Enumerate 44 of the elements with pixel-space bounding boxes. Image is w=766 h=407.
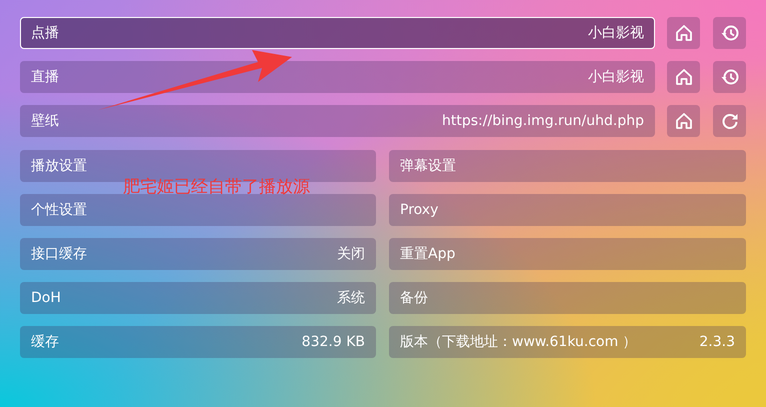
- home-button[interactable]: [667, 105, 700, 137]
- setting-item[interactable]: DoH 系统: [20, 282, 376, 314]
- setting-value: 2.3.3: [699, 332, 735, 352]
- home-icon: [674, 67, 694, 87]
- setting-item[interactable]: 个性设置: [20, 194, 376, 226]
- setting-item[interactable]: 重置App: [389, 238, 746, 270]
- setting-item[interactable]: Proxy: [389, 194, 746, 226]
- setting-label: DoH: [31, 288, 61, 308]
- home-icon: [674, 111, 694, 131]
- setting-label: 备份: [400, 288, 428, 308]
- setting-item[interactable]: 备份: [389, 282, 746, 314]
- history-icon: [720, 67, 740, 87]
- refresh-icon: [720, 111, 740, 131]
- setting-label: 个性设置: [31, 200, 87, 220]
- source-field[interactable]: 点播 小白影视: [20, 17, 655, 49]
- source-value: https://bing.img.run/uhd.php: [442, 112, 644, 130]
- setting-item[interactable]: 接口缓存 关闭: [20, 238, 376, 270]
- setting-label: Proxy: [400, 200, 438, 220]
- source-label: 壁纸: [31, 112, 59, 130]
- source-value: 小白影视: [588, 68, 644, 86]
- source-field[interactable]: 壁纸 https://bing.img.run/uhd.php: [20, 105, 655, 137]
- setting-value: 关闭: [337, 244, 365, 264]
- source-field[interactable]: 直播 小白影视: [20, 61, 655, 93]
- source-value: 小白影视: [588, 24, 644, 42]
- history-button[interactable]: [713, 17, 746, 49]
- setting-label: 版本（下载地址：www.61ku.com ）: [400, 332, 637, 352]
- setting-item[interactable]: 弹幕设置: [389, 150, 746, 182]
- refresh-button[interactable]: [713, 105, 746, 137]
- home-button[interactable]: [667, 17, 700, 49]
- history-button[interactable]: [713, 61, 746, 93]
- setting-value: 832.9 KB: [302, 332, 365, 352]
- source-label: 直播: [31, 68, 59, 86]
- setting-item[interactable]: 缓存 832.9 KB: [20, 326, 376, 358]
- setting-value: 系统: [337, 288, 365, 308]
- setting-item[interactable]: 版本（下载地址：www.61ku.com ） 2.3.3: [389, 326, 746, 358]
- setting-label: 接口缓存: [31, 244, 87, 264]
- source-label: 点播: [31, 24, 59, 42]
- setting-label: 缓存: [31, 332, 59, 352]
- home-button[interactable]: [667, 61, 700, 93]
- history-icon: [720, 23, 740, 43]
- setting-label: 重置App: [400, 244, 456, 264]
- setting-label: 播放设置: [31, 156, 87, 176]
- setting-label: 弹幕设置: [400, 156, 456, 176]
- home-icon: [674, 23, 694, 43]
